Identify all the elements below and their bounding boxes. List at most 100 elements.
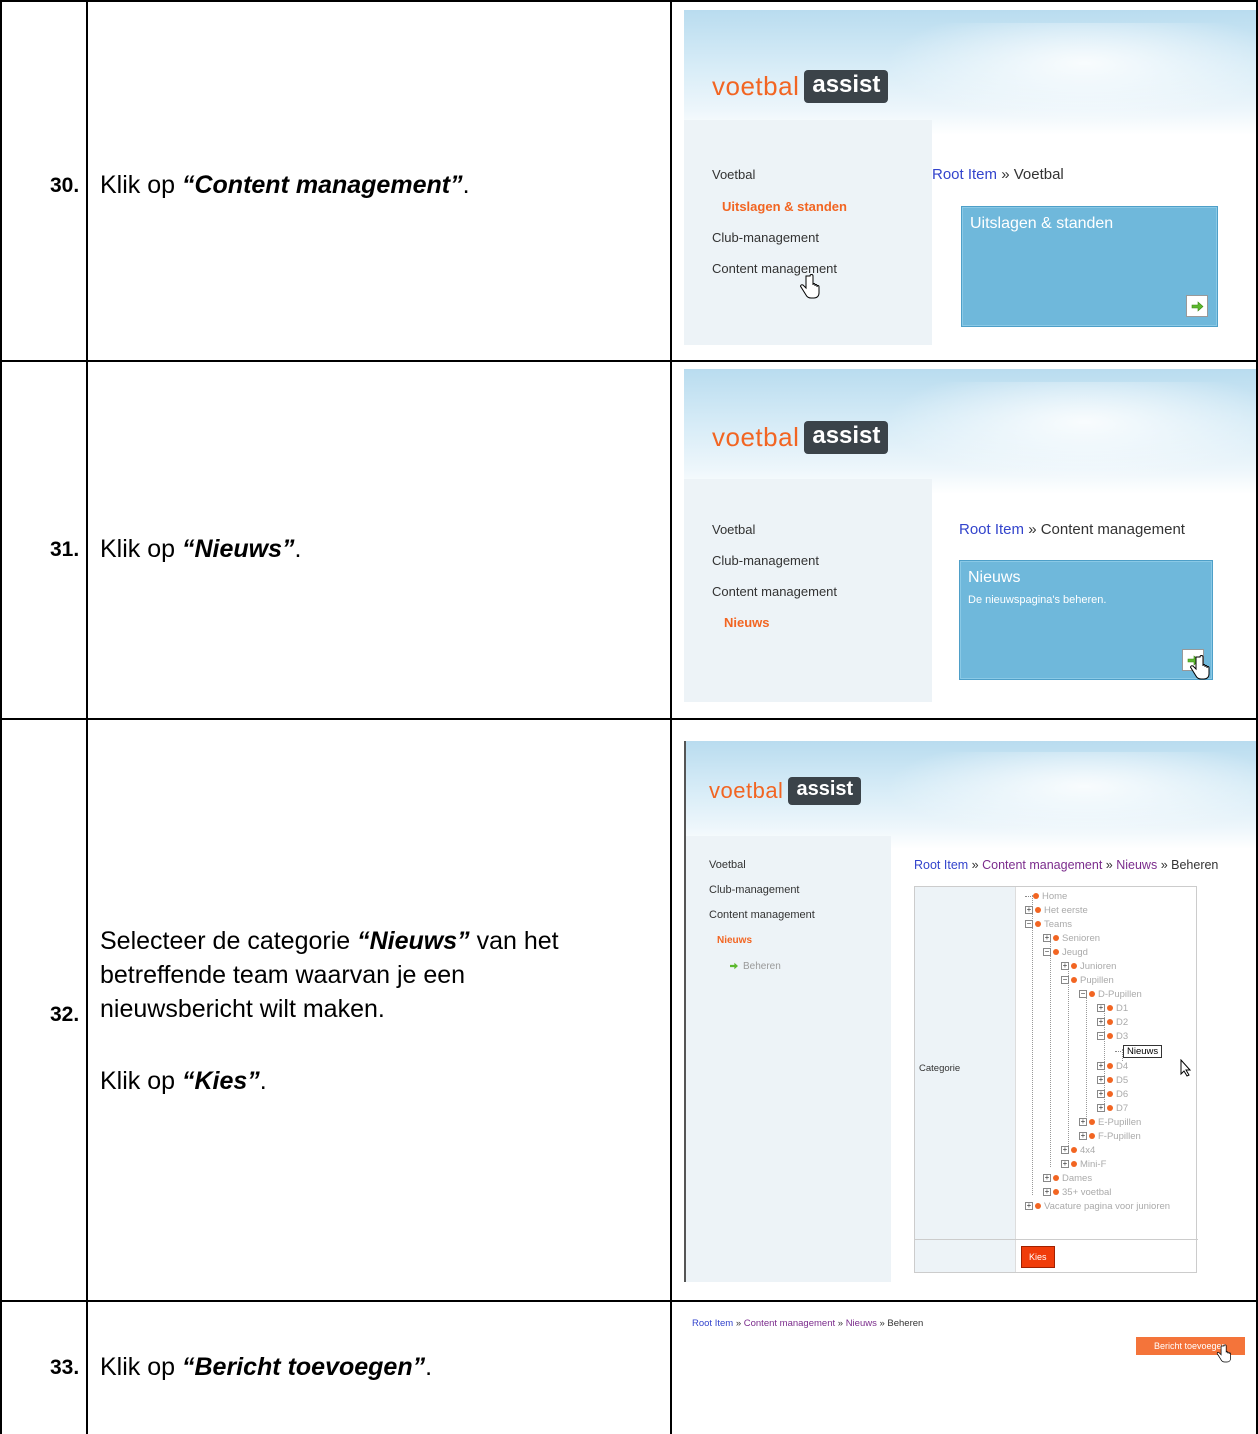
tree-node[interactable]: +35+ voetbal [1043,1186,1111,1199]
tree-node[interactable]: + F-Pupillen [1079,1130,1141,1143]
node-icon [1033,893,1039,900]
kies-button[interactable]: Kies [1021,1246,1055,1268]
tree-node[interactable]: + D7 [1097,1102,1128,1115]
breadcrumb-content-management[interactable]: Content management [982,858,1102,872]
breadcrumb-root[interactable]: Root Item [692,1318,733,1329]
breadcrumb-root[interactable]: Root Item [932,166,997,183]
column-divider [670,0,672,1434]
node-icon [1107,1033,1113,1040]
nav-content-management[interactable]: Content management [709,909,815,921]
step-text: . [425,1353,433,1381]
module-card[interactable]: Uitslagen & standen [961,206,1218,327]
tree-node-selected[interactable]: Nieuws [1115,1045,1163,1058]
nav-club-management[interactable]: Club-management [712,553,819,568]
step-target: “Kies” [181,1067,260,1095]
screenshot-step-33: Root Item » Content management » Nieuws … [684,1306,1254,1432]
step-text: . [259,1067,267,1095]
node-icon [1071,1161,1077,1168]
arrow-cursor-icon [1180,1059,1192,1077]
go-button[interactable] [1186,295,1208,317]
nav-club-management[interactable]: Club-management [709,884,800,896]
breadcrumb-current: Content management [1040,521,1185,538]
step-target: “Nieuws” [181,535,295,563]
breadcrumb-content-management[interactable]: Content management [744,1318,835,1329]
step-target: “Content management” [181,171,463,199]
breadcrumb-root[interactable]: Root Item [914,858,968,872]
column-divider [86,0,88,1434]
tree-node[interactable]: + Dames [1043,1172,1092,1185]
breadcrumb-current: Voetbal [1013,166,1064,183]
step-text: Klik op [100,171,182,199]
breadcrumb-separator: » [1157,858,1172,872]
step-target: “Nieuws” [357,927,470,955]
breadcrumb-current: Beheren [1171,858,1219,872]
sidebar [684,836,891,1282]
arrow-right-icon [730,963,738,970]
module-card-title: Uitslagen & standen [970,215,1114,232]
breadcrumb-root[interactable]: Root Item [959,521,1024,538]
nav-content-management[interactable]: Content management [712,584,837,599]
node-icon [1107,1019,1113,1026]
breadcrumb-nieuws[interactable]: Nieuws [1116,858,1157,872]
tree-node[interactable]: + D1 [1097,1002,1128,1015]
tree-node[interactable]: − Jeugd [1043,946,1088,959]
logo-voetbal: voetbal [712,71,800,101]
tree-node[interactable]: − D-Pupillen [1079,988,1142,1001]
breadcrumb-separator: » [1102,858,1117,872]
node-icon [1053,949,1059,956]
tree-node[interactable]: − Teams [1025,918,1072,931]
breadcrumb: Root Item » Content management [959,521,1185,538]
nav-voetbal[interactable]: Voetbal [709,859,746,871]
module-card[interactable]: Nieuws De nieuwspagina's beheren. [959,560,1213,680]
node-icon [1071,977,1077,984]
nav-nieuws[interactable]: Nieuws [717,935,752,946]
node-icon [1053,935,1059,942]
node-icon [1089,1119,1095,1126]
tree-node[interactable]: + Senioren [1043,932,1100,945]
hand-cursor-icon [1190,655,1210,680]
tree-node[interactable]: + D4 [1097,1060,1128,1073]
tree-node[interactable]: − Pupillen [1061,974,1114,987]
step-text: . [462,171,470,199]
node-icon [1107,1005,1113,1012]
step-text: Klik op [100,535,182,563]
tree-node[interactable]: Home [1025,890,1067,903]
tree-node[interactable]: + Mini-F [1061,1158,1106,1171]
breadcrumb-separator: » [733,1318,744,1329]
tree-node[interactable]: + Vacature pagina voor junioren [1025,1200,1170,1213]
breadcrumb-separator: » [835,1318,846,1329]
screenshot-step-32: voetbal assist Voetbal Club-management C… [684,741,1256,1282]
tree-node[interactable]: + Het eerste [1025,904,1088,917]
nav-beheren[interactable]: Beheren [729,961,781,972]
breadcrumb: Root Item » Content management » Nieuws … [692,1318,923,1329]
module-card-description: De nieuwspagina's beheren. [968,594,1107,606]
node-icon [1089,1133,1095,1140]
nav-uitslagen[interactable]: Uitslagen & standen [722,199,847,214]
tree-node[interactable]: + D5 [1097,1074,1128,1087]
nav-nieuws[interactable]: Nieuws [724,615,770,630]
step-text: van het [469,927,559,955]
tree-node[interactable]: +4x4 [1061,1144,1095,1157]
tree-node[interactable]: − D3 [1097,1030,1128,1043]
nav-voetbal[interactable]: Voetbal [712,522,755,537]
breadcrumb: Root Item » Voetbal [932,166,1064,183]
step-number: 33. [50,1356,80,1379]
screenshot-step-30: voetbal assist Voetbal Uitslagen & stand… [684,10,1256,345]
tree-node[interactable]: + E-Pupillen [1079,1116,1141,1129]
step-text: Klik op [100,1353,182,1381]
tree-node[interactable]: + D2 [1097,1016,1128,1029]
tree-node[interactable]: + Junioren [1061,960,1116,973]
nav-beheren-label: Beheren [743,961,781,972]
logo-voetbal: voetbal [712,422,800,452]
step-target: “Bericht toevoegen” [181,1353,426,1381]
node-icon [1035,921,1041,928]
row-divider [0,1300,1258,1302]
breadcrumb-nieuws[interactable]: Nieuws [846,1318,877,1329]
nav-club-management[interactable]: Club-management [712,230,819,245]
node-icon [1107,1063,1113,1070]
nav-voetbal[interactable]: Voetbal [712,167,755,182]
node-icon [1035,1203,1041,1210]
logo-assist: assist [788,777,862,805]
table-border-left [0,0,2,1434]
tree-node[interactable]: + D6 [1097,1088,1128,1101]
